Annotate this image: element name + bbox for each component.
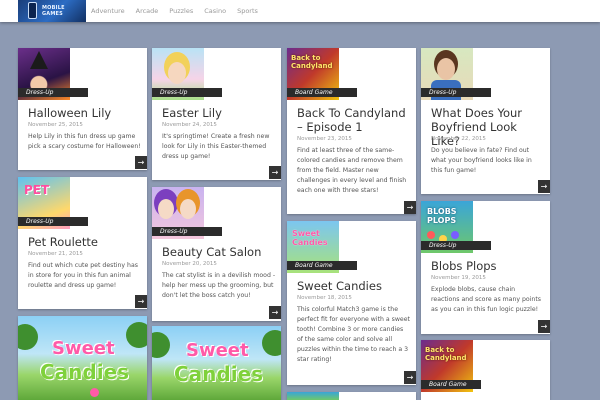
read-more-arrow-button[interactable]: → [269, 306, 281, 319]
game-card-blobs-plops[interactable]: BLOBS PLOPS Dress-Up Blobs Plops Novembe… [421, 201, 550, 334]
game-title[interactable]: Pet Roulette [28, 235, 143, 249]
thumbnail-logo-text: PET [24, 183, 50, 197]
nav-item-puzzles[interactable]: Puzzles [169, 7, 193, 15]
category-label[interactable]: Dress-Up [18, 88, 88, 97]
game-description: This colorful Match3 game is the perfect… [297, 306, 410, 363]
game-card-easter-lily[interactable]: Dress-Up Easter Lily November 24, 2015 I… [152, 48, 281, 180]
game-title[interactable]: Sweet Candies [297, 279, 412, 293]
feature-image[interactable]: Sweet Candies [152, 326, 281, 400]
game-title[interactable]: Easter Lily [162, 106, 277, 120]
phone-icon [28, 2, 37, 19]
girl-face-icon [168, 62, 186, 84]
game-card-halloween-lily[interactable]: Dress-Up Halloween Lily November 25, 201… [18, 48, 147, 170]
tree-icon [126, 322, 147, 348]
game-description: Do you believe in fate? Find out what yo… [431, 147, 532, 174]
game-card-beauty-cat-salon[interactable]: Dress-Up Beauty Cat Salon November 20, 2… [152, 187, 281, 321]
game-card-partial[interactable] [287, 392, 416, 400]
game-card-pet-roulette[interactable]: PET Dress-Up Pet Roulette November 21, 2… [18, 177, 147, 309]
witch-hat-icon [30, 51, 48, 69]
girl-face-icon [180, 199, 196, 219]
top-navigation-bar: MOBILE GAMES Adventure Arcade Puzzles Ca… [0, 0, 600, 22]
thumbnail-logo-text: Back to Candyland [291, 54, 333, 70]
nav-item-arcade[interactable]: Arcade [136, 7, 159, 15]
game-description: Help Lily in this fun dress up game pick… [28, 133, 141, 150]
thumbnail-logo-text: Sweet Candies [292, 229, 328, 247]
read-more-arrow-button[interactable]: → [538, 180, 550, 193]
tree-icon [152, 332, 170, 358]
game-card-boyfriend[interactable]: Dress-Up What Does Your Boyfriend Look L… [421, 48, 550, 194]
game-title[interactable]: Beauty Cat Salon [162, 245, 277, 259]
feature-image[interactable]: Sweet Candies [18, 316, 147, 400]
post-date: November 23, 2015 [297, 136, 352, 142]
post-date: November 20, 2015 [162, 261, 217, 267]
post-date: November 18, 2015 [297, 295, 352, 301]
feature-logo-word: Candies [174, 362, 264, 386]
feature-logo-word: Sweet [186, 340, 249, 361]
feature-logo-word: Candies [40, 360, 130, 384]
game-card-back-to-candyland[interactable]: Back to Candyland Board Game Back To Can… [287, 48, 416, 214]
game-card-sweet-candies[interactable]: Sweet Candies Board Game Sweet Candies N… [287, 221, 416, 385]
blob-icon [451, 231, 459, 239]
category-label[interactable]: Dress-Up [421, 241, 491, 250]
game-description: Explode blobs, cause chain reactions and… [431, 286, 542, 313]
main-nav: Adventure Arcade Puzzles Casino Sports [91, 0, 269, 22]
thumbnail-logo-text: Back to Candyland [425, 346, 467, 362]
nav-item-sports[interactable]: Sports [237, 7, 258, 15]
blob-icon [427, 231, 435, 239]
game-card-feature-sweet-candies[interactable]: Sweet Candies [18, 316, 147, 400]
boy-face-icon [437, 58, 455, 80]
read-more-arrow-button[interactable]: → [135, 156, 147, 169]
candy-icon [90, 388, 99, 397]
feature-logo-word: Sweet [52, 338, 115, 359]
category-label[interactable]: Dress-Up [421, 88, 491, 97]
game-thumbnail[interactable] [287, 392, 339, 400]
post-date: November 22, 2015 [431, 136, 486, 142]
post-date: November 19, 2015 [431, 275, 486, 281]
game-card-feature-sweet-candies[interactable]: Sweet Candies [152, 326, 281, 400]
category-label[interactable]: Board Game [287, 88, 357, 97]
read-more-arrow-button[interactable]: → [538, 320, 550, 333]
game-description: It's springtime! Create a fresh new look… [162, 133, 270, 160]
tree-icon [262, 330, 281, 356]
post-date: November 25, 2015 [28, 122, 83, 128]
game-card-partial[interactable]: Back to Candyland Board Game [421, 340, 550, 400]
post-date: November 24, 2015 [162, 122, 217, 128]
nav-item-casino[interactable]: Casino [204, 7, 226, 15]
game-title[interactable]: Halloween Lily [28, 106, 143, 120]
game-title[interactable]: Blobs Plops [431, 259, 546, 273]
read-more-arrow-button[interactable]: → [135, 295, 147, 308]
nav-item-adventure[interactable]: Adventure [91, 7, 125, 15]
category-label[interactable]: Board Game [287, 261, 357, 270]
category-label[interactable]: Dress-Up [152, 227, 222, 236]
game-title[interactable]: Back To Candyland – Episode 1 [297, 106, 415, 134]
logo-text: MOBILE GAMES [42, 5, 65, 17]
thumbnail-logo-text: BLOBS PLOPS [427, 207, 457, 225]
game-description: The cat stylist is in a devilish mood - … [162, 272, 276, 299]
site-logo[interactable]: MOBILE GAMES [18, 0, 86, 22]
read-more-arrow-button[interactable]: → [269, 166, 281, 179]
category-label[interactable]: Board Game [421, 380, 481, 389]
read-more-arrow-button[interactable]: → [404, 371, 416, 384]
post-date: November 21, 2015 [28, 251, 83, 257]
read-more-arrow-button[interactable]: → [404, 201, 416, 214]
game-description: Find at least three of the same-colored … [297, 147, 407, 194]
category-label[interactable]: Dress-Up [152, 88, 222, 97]
girl-face-icon [158, 199, 174, 219]
category-label[interactable]: Dress-Up [18, 217, 88, 226]
tree-icon [18, 324, 38, 350]
game-description: Find out which cute pet destiny has in s… [28, 262, 138, 289]
